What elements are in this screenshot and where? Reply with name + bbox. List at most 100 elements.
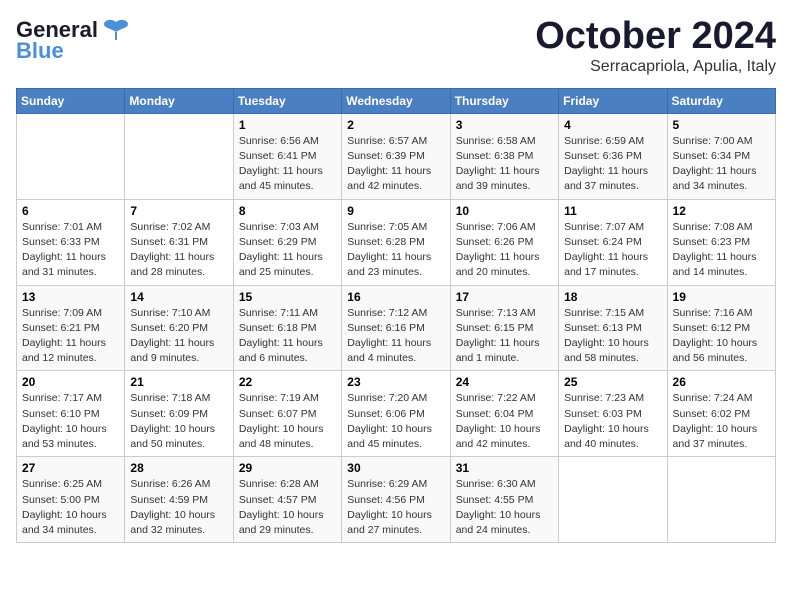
day-detail: Sunrise: 6:58 AMSunset: 6:38 PMDaylight:… — [456, 134, 553, 195]
day-detail: Sunrise: 7:00 AMSunset: 6:34 PMDaylight:… — [673, 134, 770, 195]
day-number: 23 — [347, 375, 444, 389]
calendar-cell: 2 Sunrise: 6:57 AMSunset: 6:39 PMDaylight… — [342, 113, 450, 199]
calendar-cell: 9 Sunrise: 7:05 AMSunset: 6:28 PMDaylight… — [342, 199, 450, 285]
logo: General Blue — [16, 16, 130, 64]
day-number: 1 — [239, 118, 336, 132]
calendar-cell: 25Sunrise: 7:23 AMSunset: 6:03 PMDayligh… — [559, 371, 667, 457]
day-detail: Sunrise: 7:23 AMSunset: 6:03 PMDaylight:… — [564, 391, 661, 452]
day-detail: Sunrise: 6:57 AMSunset: 6:39 PMDaylight:… — [347, 134, 444, 195]
calendar-cell: 19Sunrise: 7:16 AMSunset: 6:12 PMDayligh… — [667, 285, 775, 371]
weekday-header: Sunday — [17, 88, 125, 113]
calendar-week-row: 6Sunrise: 7:01 AMSunset: 6:33 PMDaylight… — [17, 199, 776, 285]
calendar-cell: 11Sunrise: 7:07 AMSunset: 6:24 PMDayligh… — [559, 199, 667, 285]
day-number: 20 — [22, 375, 119, 389]
calendar-cell: 21 Sunrise: 7:18 AMSunset: 6:09 PMDayligh… — [125, 371, 233, 457]
calendar-week-row: 1 Sunrise: 6:56 AMSunset: 6:41 PMDaylight… — [17, 113, 776, 199]
day-detail: Sunrise: 7:03 AMSunset: 6:29 PMDaylight:… — [239, 220, 336, 281]
day-detail: Sunrise: 7:10 AMSunset: 6:20 PMDaylight:… — [130, 306, 227, 367]
calendar-cell: 12Sunrise: 7:08 AMSunset: 6:23 PMDayligh… — [667, 199, 775, 285]
calendar-cell: 26Sunrise: 7:24 AMSunset: 6:02 PMDayligh… — [667, 371, 775, 457]
title-block: October 2024 Serracapriola, Apulia, Ital… — [535, 16, 776, 76]
calendar-cell: 31 Sunrise: 6:30 AMSunset: 4:55 PMDayligh… — [450, 457, 558, 543]
day-detail: Sunrise: 7:17 AMSunset: 6:10 PMDaylight:… — [22, 391, 119, 452]
day-number: 4 — [564, 118, 661, 132]
day-detail: Sunrise: 7:22 AMSunset: 6:04 PMDaylight:… — [456, 391, 553, 452]
weekday-header: Saturday — [667, 88, 775, 113]
calendar-cell: 5 Sunrise: 7:00 AMSunset: 6:34 PMDaylight… — [667, 113, 775, 199]
day-number: 18 — [564, 290, 661, 304]
calendar-cell: 22Sunrise: 7:19 AMSunset: 6:07 PMDayligh… — [233, 371, 341, 457]
weekday-header: Wednesday — [342, 88, 450, 113]
month-title: October 2024 — [535, 16, 776, 58]
logo-bird-icon — [102, 16, 130, 44]
day-detail: Sunrise: 6:28 AMSunset: 4:57 PMDaylight:… — [239, 477, 336, 538]
day-number: 5 — [673, 118, 770, 132]
weekday-header: Monday — [125, 88, 233, 113]
day-detail: Sunrise: 7:05 AMSunset: 6:28 PMDaylight:… — [347, 220, 444, 281]
calendar-cell: 20 Sunrise: 7:17 AMSunset: 6:10 PMDayligh… — [17, 371, 125, 457]
weekday-header: Thursday — [450, 88, 558, 113]
calendar-cell: 6Sunrise: 7:01 AMSunset: 6:33 PMDaylight… — [17, 199, 125, 285]
calendar-cell: 1 Sunrise: 6:56 AMSunset: 6:41 PMDaylight… — [233, 113, 341, 199]
calendar-cell: 16 Sunrise: 7:12 AMSunset: 6:16 PMDayligh… — [342, 285, 450, 371]
day-detail: Sunrise: 6:30 AMSunset: 4:55 PMDaylight:… — [456, 477, 553, 538]
day-detail: Sunrise: 6:59 AMSunset: 6:36 PMDaylight:… — [564, 134, 661, 195]
weekday-header: Tuesday — [233, 88, 341, 113]
day-detail: Sunrise: 6:29 AMSunset: 4:56 PMDaylight:… — [347, 477, 444, 538]
calendar-week-row: 13Sunrise: 7:09 AMSunset: 6:21 PMDayligh… — [17, 285, 776, 371]
calendar-cell: 13Sunrise: 7:09 AMSunset: 6:21 PMDayligh… — [17, 285, 125, 371]
day-number: 2 — [347, 118, 444, 132]
day-detail: Sunrise: 7:01 AMSunset: 6:33 PMDaylight:… — [22, 220, 119, 281]
day-detail: Sunrise: 6:26 AMSunset: 4:59 PMDaylight:… — [130, 477, 227, 538]
day-detail: Sunrise: 7:16 AMSunset: 6:12 PMDaylight:… — [673, 306, 770, 367]
calendar-cell — [17, 113, 125, 199]
calendar-cell: 8 Sunrise: 7:03 AMSunset: 6:29 PMDaylight… — [233, 199, 341, 285]
calendar-cell: 3Sunrise: 6:58 AMSunset: 6:38 PMDaylight… — [450, 113, 558, 199]
day-number: 24 — [456, 375, 553, 389]
day-detail: Sunrise: 7:12 AMSunset: 6:16 PMDaylight:… — [347, 306, 444, 367]
calendar-cell: 17 Sunrise: 7:13 AMSunset: 6:15 PMDayligh… — [450, 285, 558, 371]
calendar-cell: 28 Sunrise: 6:26 AMSunset: 4:59 PMDayligh… — [125, 457, 233, 543]
calendar-table: SundayMondayTuesdayWednesdayThursdayFrid… — [16, 88, 776, 543]
location-subtitle: Serracapriola, Apulia, Italy — [535, 58, 776, 76]
day-number: 14 — [130, 290, 227, 304]
day-detail: Sunrise: 7:13 AMSunset: 6:15 PMDaylight:… — [456, 306, 553, 367]
calendar-cell: 23 Sunrise: 7:20 AMSunset: 6:06 PMDayligh… — [342, 371, 450, 457]
calendar-cell: 27Sunrise: 6:25 AMSunset: 5:00 PMDayligh… — [17, 457, 125, 543]
calendar-cell — [667, 457, 775, 543]
day-number: 31 — [456, 461, 553, 475]
day-number: 26 — [673, 375, 770, 389]
calendar-cell: 30 Sunrise: 6:29 AMSunset: 4:56 PMDayligh… — [342, 457, 450, 543]
day-number: 28 — [130, 461, 227, 475]
day-detail: Sunrise: 7:08 AMSunset: 6:23 PMDaylight:… — [673, 220, 770, 281]
day-number: 21 — [130, 375, 227, 389]
day-detail: Sunrise: 6:56 AMSunset: 6:41 PMDaylight:… — [239, 134, 336, 195]
day-detail: Sunrise: 7:06 AMSunset: 6:26 PMDaylight:… — [456, 220, 553, 281]
day-number: 15 — [239, 290, 336, 304]
calendar-cell: 4 Sunrise: 6:59 AMSunset: 6:36 PMDaylight… — [559, 113, 667, 199]
calendar-cell: 15 Sunrise: 7:11 AMSunset: 6:18 PMDayligh… — [233, 285, 341, 371]
day-detail: Sunrise: 7:15 AMSunset: 6:13 PMDaylight:… — [564, 306, 661, 367]
calendar-cell: 24 Sunrise: 7:22 AMSunset: 6:04 PMDayligh… — [450, 371, 558, 457]
calendar-cell: 29Sunrise: 6:28 AMSunset: 4:57 PMDayligh… — [233, 457, 341, 543]
page-header: General Blue October 2024 Serracapriola,… — [16, 16, 776, 76]
day-number: 30 — [347, 461, 444, 475]
day-number: 9 — [347, 204, 444, 218]
calendar-cell: 14 Sunrise: 7:10 AMSunset: 6:20 PMDayligh… — [125, 285, 233, 371]
calendar-cell — [559, 457, 667, 543]
day-detail: Sunrise: 7:18 AMSunset: 6:09 PMDaylight:… — [130, 391, 227, 452]
day-number: 17 — [456, 290, 553, 304]
logo-blue-text: Blue — [16, 38, 64, 64]
day-number: 7 — [130, 204, 227, 218]
weekday-header: Friday — [559, 88, 667, 113]
day-detail: Sunrise: 7:20 AMSunset: 6:06 PMDaylight:… — [347, 391, 444, 452]
day-number: 16 — [347, 290, 444, 304]
day-number: 10 — [456, 204, 553, 218]
day-number: 27 — [22, 461, 119, 475]
day-number: 22 — [239, 375, 336, 389]
calendar-cell: 18 Sunrise: 7:15 AMSunset: 6:13 PMDayligh… — [559, 285, 667, 371]
day-detail: Sunrise: 7:09 AMSunset: 6:21 PMDaylight:… — [22, 306, 119, 367]
calendar-week-row: 20 Sunrise: 7:17 AMSunset: 6:10 PMDayligh… — [17, 371, 776, 457]
day-detail: Sunrise: 7:11 AMSunset: 6:18 PMDaylight:… — [239, 306, 336, 367]
day-number: 8 — [239, 204, 336, 218]
